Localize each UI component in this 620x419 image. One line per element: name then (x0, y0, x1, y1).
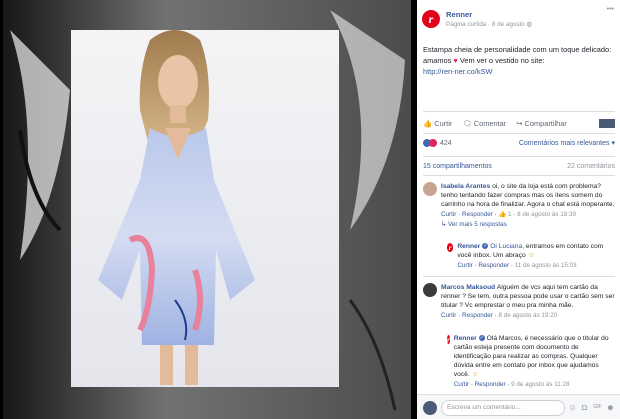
avatar[interactable] (423, 283, 437, 297)
comment-reply-button[interactable]: Responder (462, 312, 493, 319)
comment-like-button[interactable]: Curtir (457, 262, 472, 269)
reactions-count[interactable]: 424 (440, 140, 452, 147)
comment-reply-button[interactable]: Responder (475, 381, 506, 388)
comment-date[interactable]: 8 de agosto às 19:20 (498, 312, 557, 319)
comment: Marcos Maksoud Alguém de vcs aqui tem ca… (423, 283, 615, 320)
more-replies-link[interactable]: ↳ Ver mais 5 respostas (441, 220, 615, 229)
share-label: Compartilhar (524, 118, 567, 128)
reply: r Renner ✓ Oi Luciana, entramos em contat… (447, 243, 604, 269)
comment-author[interactable]: Marcos Maksoud (441, 284, 495, 291)
divider (423, 156, 615, 157)
comment-date[interactable]: 9 de agosto às 11:28 (511, 381, 569, 388)
avatar[interactable] (423, 182, 437, 196)
comment-reply-button[interactable]: Responder (462, 211, 493, 218)
post-text: Estampa cheia de personalidade com um to… (423, 44, 615, 77)
page-avatar[interactable]: r (422, 10, 440, 28)
comment-input[interactable]: Escreva um comentário... (441, 399, 565, 416)
comment-reply-button[interactable]: Responder (478, 262, 509, 269)
more-replies-label: Ver mais 5 respostas (448, 221, 507, 228)
photo-viewer[interactable] (0, 0, 417, 419)
post-header: r Renner Página curtida · 8 de agosto ◍ … (422, 6, 614, 32)
verified-icon: ✓ (482, 243, 489, 250)
love-reaction-icon[interactable] (429, 139, 437, 147)
divider (423, 175, 615, 176)
comment-like-button[interactable]: Curtir (441, 312, 456, 319)
share-arrow-icon: ↪ (516, 118, 523, 128)
like-label: Curtir (434, 118, 453, 128)
comment-like-button[interactable]: Curtir (454, 381, 469, 388)
comment-likes: 1 (508, 211, 512, 218)
speech-bubble-icon: 🗨 (462, 118, 472, 128)
camera-icon[interactable]: ◘ (580, 403, 589, 412)
divider (423, 111, 615, 112)
gif-icon[interactable]: GIF (592, 403, 603, 412)
comment-label: Comentar (473, 118, 507, 128)
post-date[interactable]: 8 de agosto (492, 21, 525, 28)
smile-emoji-icon: ☺ (471, 371, 479, 378)
post-panel: r Renner Página curtida · 8 de agosto ◍ … (417, 0, 620, 419)
post-link[interactable]: http://ren-ner.co/kSW (423, 67, 492, 76)
relevance-filter[interactable]: Comentários mais relevantes (519, 140, 610, 147)
share-stats: 15 compartilhamentos 22 comentários (423, 163, 615, 170)
thumbs-up-icon: 👍 (498, 211, 507, 218)
divider (423, 133, 615, 134)
reactions-bar: 424 Comentários mais relevantes ▾ (423, 139, 615, 147)
comment-input-placeholder: Escreva um comentário... (447, 404, 521, 411)
comment-author[interactable]: Isabela Arantes (441, 183, 490, 190)
reply: r Renner ✓ Olá Marcos, é necessário que o… (447, 335, 609, 388)
reply-arrow-icon: ↳ (441, 221, 449, 228)
comment-composer: Escreva um comentário... ☺ ◘ GIF ☻ (417, 394, 620, 419)
comment-author[interactable]: Renner (457, 243, 480, 250)
smile-emoji-icon: ☺ (527, 252, 535, 259)
emoji-icon[interactable]: ☺ (568, 403, 577, 412)
comment-date[interactable]: 8 de agosto às 18:39 (517, 211, 576, 218)
comment-like-button[interactable]: Curtir (441, 211, 456, 218)
thumbs-up-icon: 👍 (423, 118, 433, 128)
action-bar: 👍 Curtir 🗨 Comentar ↪ Compartilhar (423, 117, 615, 129)
comment-action[interactable]: 🗨 Comentar (462, 119, 506, 128)
comment: Isabela Arantes oi, o site da loja está … (423, 182, 615, 229)
comment-date[interactable]: 11 de agosto às 15:03 (515, 262, 577, 269)
comments-count[interactable]: 22 comentários (567, 163, 615, 170)
like-action[interactable]: 👍 Curtir (423, 119, 452, 128)
avatar[interactable] (423, 400, 437, 415)
avatar[interactable]: r (447, 335, 450, 344)
comment-author[interactable]: Renner (454, 335, 477, 342)
sticker-icon[interactable]: ☻ (606, 403, 615, 412)
shares-count[interactable]: 15 compartilhamentos (423, 163, 492, 170)
viewer-avatar-icon[interactable] (599, 118, 615, 128)
globe-icon: ◍ (526, 21, 533, 28)
divider (423, 276, 615, 277)
dress-photo (0, 0, 417, 419)
chevron-down-icon[interactable]: ▾ (611, 139, 615, 147)
mention[interactable]: Oi Luciana, (490, 243, 524, 250)
avatar[interactable]: r (447, 243, 454, 252)
page-name[interactable]: Renner (446, 10, 532, 19)
share-action[interactable]: ↪ Compartilhar (516, 119, 567, 128)
options-icon[interactable]: ••• (607, 6, 614, 13)
post-text-2: Vem ver o vestido no site: (459, 56, 545, 65)
page-type: Página curtida (446, 21, 487, 28)
verified-icon: ✓ (478, 335, 485, 342)
